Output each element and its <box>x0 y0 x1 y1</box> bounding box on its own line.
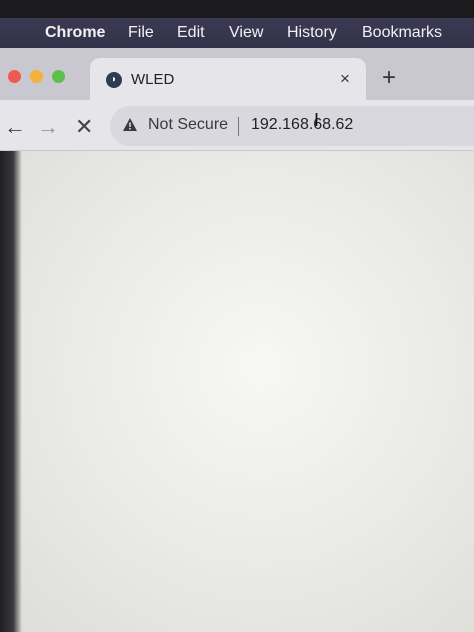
menu-bookmarks[interactable]: Bookmarks <box>362 24 442 42</box>
text-cursor-icon: I <box>314 110 320 130</box>
security-label[interactable]: Not Secure <box>148 116 228 134</box>
menu-app-name[interactable]: Chrome <box>45 24 105 42</box>
menu-view[interactable]: View <box>229 24 263 42</box>
menu-file[interactable]: File <box>128 24 154 42</box>
menu-history[interactable]: History <box>287 24 337 42</box>
wled-favicon-icon: ◗ <box>106 72 122 88</box>
window-close-button[interactable] <box>8 70 21 83</box>
screen-bezel <box>0 151 22 632</box>
forward-button[interactable]: → <box>37 114 59 140</box>
new-tab-button[interactable]: + <box>382 64 396 92</box>
tab-close-icon[interactable]: × <box>340 69 350 89</box>
menu-edit[interactable]: Edit <box>177 24 205 42</box>
url-text[interactable]: 192.168.68.62 <box>251 116 353 134</box>
tab-title: WLED <box>131 71 175 88</box>
page-content <box>0 151 474 632</box>
address-separator <box>238 117 239 136</box>
window-minimize-button[interactable] <box>30 70 43 83</box>
menu-bar: Chrome File Edit View History Bookmarks <box>0 18 474 48</box>
window-zoom-button[interactable] <box>52 70 65 83</box>
warning-icon[interactable] <box>122 117 138 133</box>
stop-loading-button[interactable]: ✕ <box>75 114 93 140</box>
back-button[interactable]: ← <box>4 114 26 140</box>
